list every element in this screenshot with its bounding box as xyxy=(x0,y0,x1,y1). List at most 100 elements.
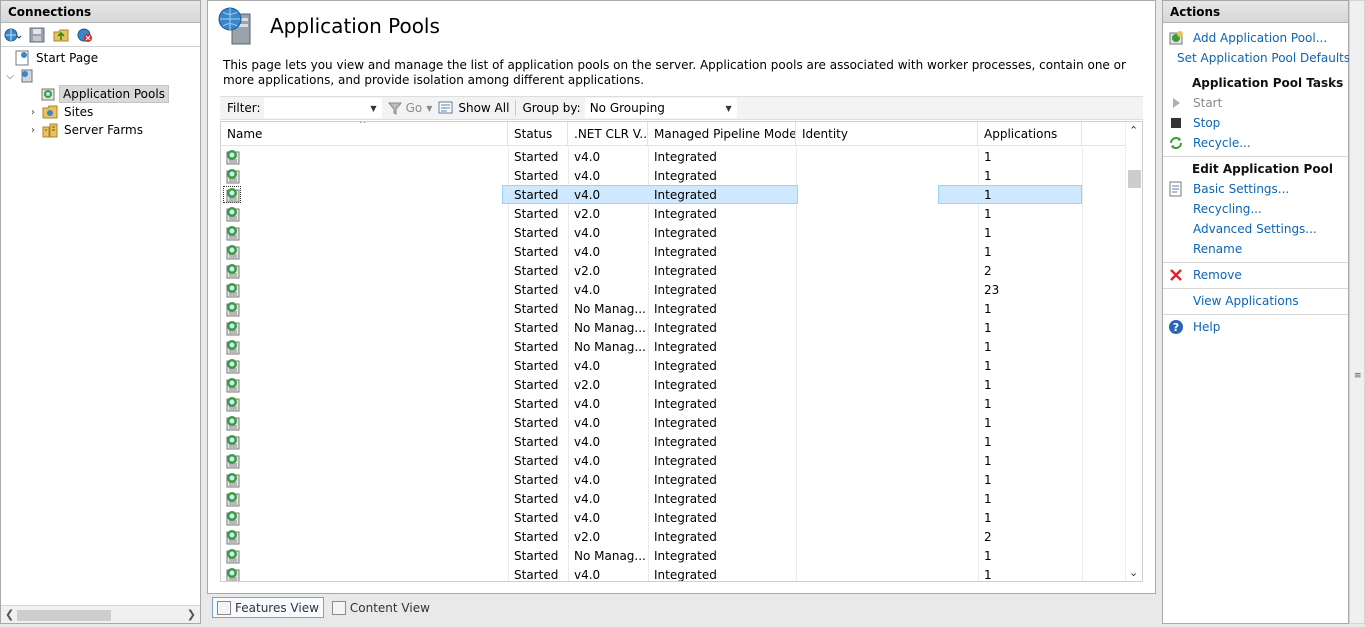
scroll-up-icon[interactable]: ⌃ xyxy=(1129,124,1138,137)
page-title: Application Pools xyxy=(270,14,440,38)
table-row[interactable]: Started No Manag... Integrated 1 xyxy=(221,318,1126,337)
table-row[interactable]: Started v4.0 Integrated 1 xyxy=(221,223,1126,242)
table-row[interactable]: Started v4.0 Integrated 1 xyxy=(221,394,1126,413)
group-by-combobox[interactable]: No Grouping ▼ xyxy=(584,98,737,118)
svg-text:?: ? xyxy=(1173,321,1179,334)
application-pool-icon xyxy=(226,416,240,431)
recycle-action[interactable]: Recycle... xyxy=(1163,133,1348,153)
table-row[interactable]: Started v4.0 Integrated 1 xyxy=(221,470,1126,489)
table-row[interactable]: Started v4.0 Integrated 1 xyxy=(221,185,1126,204)
expand-chevron-icon[interactable]: › xyxy=(27,107,39,118)
view-applications-action[interactable]: View Applications xyxy=(1163,291,1348,311)
basic-settings-action[interactable]: Basic Settings... xyxy=(1163,179,1348,199)
table-row[interactable]: Started v4.0 Integrated 1 xyxy=(221,166,1126,185)
column-header-name[interactable]: ^ Name xyxy=(221,122,508,146)
application-pool-icon xyxy=(226,321,240,336)
table-row[interactable]: Started No Manag... Integrated 1 xyxy=(221,299,1126,318)
expand-chevron-icon[interactable]: › xyxy=(27,125,39,136)
sort-ascending-icon: ^ xyxy=(359,122,367,130)
table-row[interactable]: Started v4.0 Integrated 23 xyxy=(221,280,1126,299)
cell-apps: 1 xyxy=(984,567,992,582)
no-icon xyxy=(1168,293,1184,309)
scroll-right-icon[interactable]: ❯ xyxy=(187,608,196,621)
help-action[interactable]: ? Help xyxy=(1163,317,1348,337)
application-pool-icon xyxy=(226,340,240,355)
column-header-pipeline-mode[interactable]: Managed Pipeline Mode xyxy=(648,122,796,146)
up-folder-icon[interactable] xyxy=(52,26,70,44)
application-pools-icon xyxy=(40,86,56,102)
cell-apps: 1 xyxy=(984,453,992,468)
action-label: Recycle... xyxy=(1193,136,1251,150)
table-row[interactable]: Started v4.0 Integrated 1 xyxy=(221,242,1126,261)
table-row[interactable]: Started v2.0 Integrated 2 xyxy=(221,261,1126,280)
advanced-settings-action[interactable]: Advanced Settings... xyxy=(1163,219,1348,239)
no-icon xyxy=(1168,201,1184,217)
table-row[interactable]: Started No Manag... Integrated 1 xyxy=(221,337,1126,356)
filter-combobox[interactable]: ▼ xyxy=(263,98,382,118)
funnel-icon xyxy=(387,102,402,115)
tree-label-server xyxy=(38,75,44,77)
tree-item-server[interactable]: ⌵ xyxy=(1,67,200,85)
start-action[interactable]: Start xyxy=(1163,93,1348,113)
rename-action[interactable]: Rename xyxy=(1163,239,1348,259)
tree-item-sites[interactable]: › Sites xyxy=(1,103,200,121)
column-header-applications[interactable]: Applications xyxy=(978,122,1082,146)
table-row[interactable]: Started v4.0 Integrated 1 xyxy=(221,147,1126,166)
column-header-clr-version[interactable]: .NET CLR V... xyxy=(568,122,648,146)
tab-content-view[interactable]: Content View xyxy=(328,597,434,618)
grid-vertical-scrollbar[interactable]: ⌃ ⌄ xyxy=(1125,122,1142,581)
scroll-thumb[interactable] xyxy=(17,610,111,621)
cell-status: Started xyxy=(514,225,559,240)
scroll-thumb[interactable] xyxy=(1128,170,1141,188)
cell-status: Started xyxy=(514,472,559,487)
add-application-pool-action[interactable]: Add Application Pool... xyxy=(1163,28,1348,48)
separator xyxy=(1163,262,1348,263)
tree-item-start-page[interactable]: Start Page xyxy=(1,49,200,67)
table-row[interactable]: Started v4.0 Integrated 1 xyxy=(221,432,1126,451)
show-all-button[interactable]: Show All xyxy=(438,101,509,115)
table-row[interactable]: Started v4.0 Integrated 1 xyxy=(221,489,1126,508)
collapse-chevron-icon[interactable]: ⌵ xyxy=(4,71,16,82)
cell-clr: v4.0 xyxy=(574,567,601,582)
cell-pipeline: Integrated xyxy=(654,548,717,563)
dropdown-arrow-icon[interactable]: ▼ xyxy=(370,104,376,113)
globe-connect-icon[interactable] xyxy=(4,26,22,44)
scroll-down-icon[interactable]: ⌄ xyxy=(1129,566,1138,579)
column-header-identity[interactable]: Identity xyxy=(796,122,978,146)
stop-action[interactable]: Stop xyxy=(1163,113,1348,133)
cell-status: Started xyxy=(514,491,559,506)
disconnect-icon[interactable] xyxy=(76,26,94,44)
dropdown-arrow-icon[interactable]: ▼ xyxy=(426,104,432,113)
splitter-grip-icon[interactable]: ≡ xyxy=(1354,371,1362,381)
recycling-action[interactable]: Recycling... xyxy=(1163,199,1348,219)
table-row[interactable]: Started v2.0 Integrated 1 xyxy=(221,375,1126,394)
table-row[interactable]: Started v4.0 Integrated 1 xyxy=(221,508,1126,527)
tab-features-view[interactable]: Features View xyxy=(212,597,324,618)
cell-status: Started xyxy=(514,263,559,278)
table-row[interactable]: Started v4.0 Integrated 1 xyxy=(221,356,1126,375)
go-button[interactable]: Go ▼ xyxy=(387,101,432,115)
connections-horizontal-scrollbar[interactable]: ❮ ❯ xyxy=(1,605,200,623)
tree-item-server-farms[interactable]: › Server Farms xyxy=(1,121,200,139)
set-defaults-action[interactable]: Set Application Pool Defaults... xyxy=(1163,48,1362,68)
tree-item-application-pools[interactable]: Application Pools xyxy=(1,85,200,103)
table-row[interactable]: Started v4.0 Integrated 1 xyxy=(221,565,1126,582)
table-row[interactable]: Started v2.0 Integrated 1 xyxy=(221,204,1126,223)
save-icon[interactable] xyxy=(28,26,46,44)
action-label: Rename xyxy=(1193,242,1243,256)
column-header-status[interactable]: Status xyxy=(508,122,568,146)
application-pool-icon xyxy=(226,188,240,203)
remove-action[interactable]: Remove xyxy=(1163,265,1348,285)
group-by-value: No Grouping xyxy=(589,101,665,115)
table-row[interactable]: Started v4.0 Integrated 1 xyxy=(221,451,1126,470)
stop-icon xyxy=(1168,115,1184,131)
dropdown-arrow-icon[interactable]: ▼ xyxy=(726,104,732,113)
table-row[interactable]: Started v2.0 Integrated 2 xyxy=(221,527,1126,546)
actions-splitter[interactable]: ≡ xyxy=(1349,0,1365,624)
table-row[interactable]: Started No Manag... Integrated 1 xyxy=(221,546,1126,565)
cell-status: Started xyxy=(514,206,559,221)
scroll-left-icon[interactable]: ❮ xyxy=(5,608,14,621)
table-row[interactable]: Started v4.0 Integrated 1 xyxy=(221,413,1126,432)
action-label: Stop xyxy=(1193,116,1221,130)
cell-pipeline: Integrated xyxy=(654,529,717,544)
